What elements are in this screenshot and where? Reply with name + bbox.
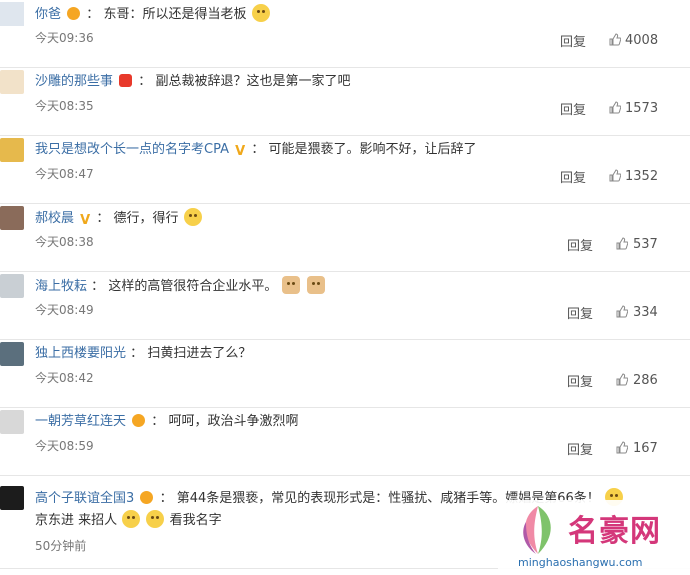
comment-list: 你爸 ： 东哥：所以还是得当老板 今天09:36 回复 4008 沙雕的那些事 … bbox=[0, 0, 690, 569]
like-count: 167 bbox=[633, 441, 658, 456]
avatar[interactable] bbox=[0, 410, 24, 434]
thumbs-up-icon[interactable] bbox=[616, 441, 628, 454]
reply-button[interactable]: 回复 bbox=[567, 439, 593, 458]
crown-badge-icon bbox=[67, 7, 81, 20]
crown-badge-icon bbox=[132, 414, 146, 427]
reply-button[interactable]: 回复 bbox=[560, 167, 586, 186]
comment-author[interactable]: 高个子联谊全国3 bbox=[35, 491, 134, 506]
avatar[interactable] bbox=[0, 486, 24, 510]
comment-author[interactable]: 我只是想改个长一点的名字考CPA bbox=[35, 142, 229, 157]
comment-author[interactable]: 海上牧耘 bbox=[35, 279, 87, 294]
avatar[interactable] bbox=[0, 342, 24, 366]
thumbs-up-icon[interactable] bbox=[616, 305, 628, 318]
comment-text: 扫黄扫进去了么？ bbox=[147, 346, 252, 361]
thumbs-up-icon[interactable] bbox=[609, 169, 621, 182]
verified-badge-icon: V bbox=[80, 213, 91, 228]
avatar[interactable] bbox=[0, 70, 24, 94]
like-count: 537 bbox=[633, 237, 658, 252]
smile-emoji-icon bbox=[122, 510, 141, 528]
thinking-emoji-icon bbox=[183, 208, 202, 226]
comment-time: 今天08:59 bbox=[35, 439, 94, 453]
separator: ： bbox=[159, 491, 173, 506]
comment-text: 副总裁被辞退？这也是第一家了吧 bbox=[155, 74, 351, 89]
reply-button[interactable]: 回复 bbox=[567, 303, 593, 322]
crown-badge-icon bbox=[140, 491, 154, 504]
avatar[interactable] bbox=[0, 2, 24, 26]
thumbs-up-icon[interactable] bbox=[616, 237, 628, 250]
like-count: 286 bbox=[633, 373, 658, 388]
comment-item: 我只是想改个长一点的名字考CPA V ： 可能是猥亵了。影响不好，让后辞了 今天… bbox=[0, 136, 690, 204]
cat-emoji-icon bbox=[282, 276, 301, 294]
thumbs-up-icon[interactable] bbox=[609, 33, 621, 46]
separator: ： bbox=[251, 142, 265, 157]
watermark-title: 名豪网 bbox=[568, 514, 661, 549]
separator: ： bbox=[138, 74, 152, 89]
watermark-url: minghaoshangwu.com bbox=[518, 556, 643, 569]
comment-text: 这样的高管很符合企业水平。 bbox=[108, 279, 278, 294]
separator: ： bbox=[96, 211, 110, 226]
comment-item: 一朝芳草红连天 ： 呵呵，政治斗争激烈啊 今天08:59 回复 167 bbox=[0, 408, 690, 476]
reply-button[interactable]: 回复 bbox=[567, 235, 593, 254]
comment-text: 可能是猥亵了。影响不好，让后辞了 bbox=[268, 142, 477, 157]
comment-text-cont: 京东进 bbox=[35, 513, 75, 528]
comment-text: 呵呵，政治斗争激烈啊 bbox=[168, 414, 299, 429]
comment-item: 沙雕的那些事 ： 副总裁被辞退？这也是第一家了吧 今天08:35 回复 1573 bbox=[0, 68, 690, 136]
cat-emoji-icon bbox=[306, 276, 325, 294]
comment-author[interactable]: 沙雕的那些事 bbox=[35, 74, 113, 89]
verified-badge-icon bbox=[119, 74, 133, 87]
logo-leaf-icon bbox=[523, 506, 551, 554]
separator: ： bbox=[151, 414, 165, 429]
like-count: 1573 bbox=[625, 101, 659, 116]
comment-author[interactable]: 独上西楼要阳光 bbox=[35, 346, 126, 361]
thumbs-up-icon[interactable] bbox=[616, 373, 628, 386]
comment-time: 今天08:42 bbox=[35, 371, 94, 385]
separator: ： bbox=[86, 7, 100, 22]
reply-button[interactable]: 回复 bbox=[560, 99, 586, 118]
comment-time: 50分钟前 bbox=[35, 539, 87, 553]
comment-text-cont: 来招人 bbox=[78, 513, 118, 528]
thumbs-up-icon[interactable] bbox=[609, 101, 621, 114]
avatar[interactable] bbox=[0, 274, 24, 298]
verified-badge-icon: V bbox=[235, 144, 246, 159]
comment-time: 今天08:35 bbox=[35, 99, 94, 113]
comment-item: 郝校晨 V ： 德行，得行 今天08:38 回复 537 bbox=[0, 204, 690, 272]
reply-button[interactable]: 回复 bbox=[560, 31, 586, 50]
separator: ： bbox=[130, 346, 144, 361]
comment-time: 今天09:36 bbox=[35, 31, 94, 45]
comment-text-cont: 看我名字 bbox=[169, 513, 222, 528]
separator: ： bbox=[91, 279, 105, 294]
avatar[interactable] bbox=[0, 206, 24, 230]
comment-time: 今天08:49 bbox=[35, 303, 94, 317]
avatar[interactable] bbox=[0, 138, 24, 162]
comment-time: 今天08:38 bbox=[35, 235, 94, 249]
like-count: 334 bbox=[633, 305, 658, 320]
comment-time: 今天08:47 bbox=[35, 167, 94, 181]
comment-author[interactable]: 郝校晨 bbox=[35, 211, 74, 226]
reply-button[interactable]: 回复 bbox=[567, 371, 593, 390]
comment-text: 东哥：所以还是得当老板 bbox=[103, 7, 247, 22]
like-count: 4008 bbox=[625, 33, 659, 48]
comment-author[interactable]: 你爸 bbox=[35, 7, 61, 22]
comment-item: 独上西楼要阳光 ： 扫黄扫进去了么？ 今天08:42 回复 286 bbox=[0, 340, 690, 408]
like-count: 1352 bbox=[625, 169, 659, 184]
smile-emoji-icon bbox=[146, 510, 165, 528]
comment-author[interactable]: 一朝芳草红连天 bbox=[35, 414, 126, 429]
comment-item: 海上牧耘 ： 这样的高管很符合企业水平。 今天08:49 回复 334 bbox=[0, 272, 690, 340]
comment-item: 你爸 ： 东哥：所以还是得当老板 今天09:36 回复 4008 bbox=[0, 0, 690, 68]
comment-text: 德行，得行 bbox=[113, 211, 179, 226]
smile-emoji-icon bbox=[251, 4, 270, 22]
site-watermark: 名豪网 minghaoshangwu.com bbox=[498, 500, 690, 575]
